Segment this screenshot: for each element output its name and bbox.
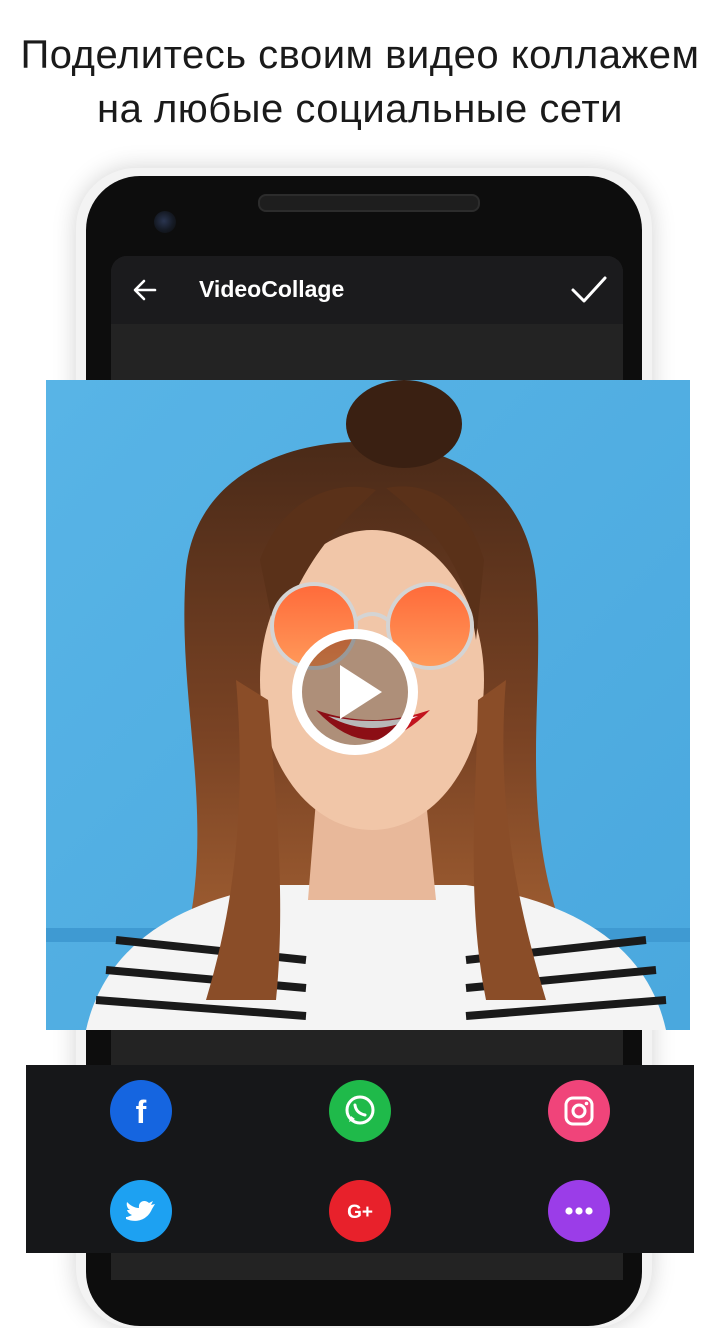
headline-line-2: на любые социальные сети	[97, 87, 623, 131]
google-plus-icon: G+	[329, 1180, 391, 1242]
share-more-button[interactable]	[547, 1179, 611, 1243]
checkmark-icon	[571, 276, 607, 303]
back-button[interactable]	[127, 272, 163, 308]
play-button[interactable]	[290, 627, 420, 757]
twitter-icon	[110, 1180, 172, 1242]
promo-headline: Поделитесь своим видео коллажем на любые…	[0, 28, 720, 136]
svg-text:f: f	[136, 1094, 147, 1130]
confirm-button[interactable]	[569, 272, 609, 308]
whatsapp-icon	[329, 1080, 391, 1142]
share-panel: f G+	[26, 1065, 694, 1253]
phone-speaker	[258, 194, 480, 212]
arrow-left-icon	[133, 279, 157, 301]
app-bar: VideoCollage	[111, 256, 623, 324]
instagram-icon	[548, 1080, 610, 1142]
svg-text:G+: G+	[347, 1202, 373, 1223]
headline-line-1: Поделитесь своим видео коллажем	[20, 33, 700, 77]
app-title: VideoCollage	[199, 276, 345, 302]
share-whatsapp-button[interactable]	[328, 1079, 392, 1143]
phone-camera	[154, 211, 176, 233]
more-dots-icon	[548, 1180, 610, 1242]
facebook-icon: f	[110, 1080, 172, 1142]
share-instagram-button[interactable]	[547, 1079, 611, 1143]
share-facebook-button[interactable]: f	[109, 1079, 173, 1143]
share-twitter-button[interactable]	[109, 1179, 173, 1243]
play-icon	[292, 629, 418, 755]
share-google-plus-button[interactable]: G+	[328, 1179, 392, 1243]
